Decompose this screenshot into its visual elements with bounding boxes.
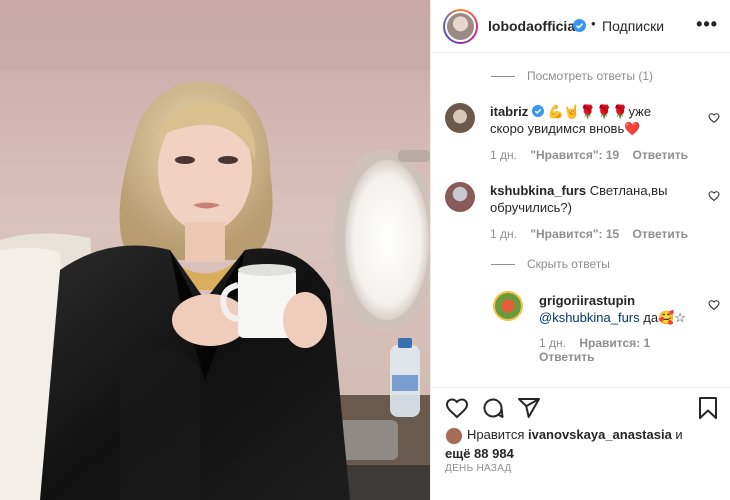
like-comment-heart-icon[interactable]	[708, 190, 720, 202]
comment-username[interactable]: kshubkina_furs	[490, 183, 586, 198]
view-replies-toggle[interactable]: Посмотреть ответы (1)	[491, 69, 653, 83]
liker-avatar[interactable]	[445, 426, 463, 445]
comment-itabriz: itabriz 💪🤘🌹🌹🌹уже скоро увидимся вновь❤️	[490, 103, 690, 137]
commenter-avatar-itabriz[interactable]	[445, 103, 475, 133]
comment-kshubkina: kshubkina_furs Светлана,вы обручились?)	[490, 182, 705, 216]
separator-dot: •	[591, 16, 596, 31]
likes-and: и	[671, 427, 683, 442]
comment-likes[interactable]: "Нравится": 19	[530, 148, 619, 162]
comment-meta: 1 дн. "Нравится": 15 Ответить	[490, 227, 698, 241]
comment-text-line1: Светлана,вы	[589, 183, 668, 198]
author-avatar[interactable]	[443, 9, 478, 44]
comment-meta: 1 дн. "Нравится": 19 Ответить	[490, 148, 698, 162]
reply-grigoriirastupin: grigoriirastupin @kshubkina_furs да🥰☆	[539, 292, 714, 326]
comment-text-line2: обручились?)	[490, 200, 572, 215]
comment-time[interactable]: 1 дн.	[490, 227, 517, 241]
author-username[interactable]: lobodaofficial	[488, 18, 579, 34]
comment-text-line1: 💪🤘🌹🌹🌹уже	[547, 104, 652, 119]
reply-button[interactable]: Ответить	[633, 148, 688, 162]
comment-icon[interactable]	[481, 396, 505, 420]
comment-text-line2: скоро увидимся вновь❤️	[490, 121, 641, 136]
commenter-avatar-grigoriirastupin[interactable]	[493, 291, 523, 321]
divider-line	[491, 264, 515, 266]
reply-button[interactable]: Ответить	[633, 227, 688, 241]
view-replies-label: Посмотреть ответы (1)	[527, 69, 654, 83]
comment-time[interactable]: 1 дн.	[490, 148, 517, 162]
likes-prefix: Нравится	[467, 427, 528, 442]
verified-badge-icon	[531, 105, 544, 117]
post-photo[interactable]	[0, 0, 430, 500]
verified-badge-icon	[573, 19, 586, 32]
comment-likes[interactable]: "Нравится": 15	[530, 227, 619, 241]
share-icon[interactable]	[517, 396, 541, 420]
likes-summary: Нравится ivanovskaya_anastasia и ещё 88 …	[445, 426, 715, 462]
divider-line	[491, 76, 515, 78]
comment-username[interactable]: itabriz	[490, 104, 528, 119]
post-side-panel: lobodaofficial • Подписки ••• Посмотреть…	[430, 0, 730, 500]
comment-likes[interactable]: Нравится: 1	[579, 336, 650, 350]
comment-time[interactable]: 1 дн.	[539, 336, 566, 350]
bookmark-icon[interactable]	[696, 396, 720, 420]
like-comment-heart-icon[interactable]	[708, 299, 720, 311]
hide-replies-label: Скрыть ответы	[527, 257, 610, 271]
post-date[interactable]: ДЕНЬ НАЗАД	[445, 463, 512, 474]
reply-button[interactable]: Ответить	[539, 350, 594, 364]
mention-link[interactable]: @kshubkina_furs	[539, 310, 640, 325]
post-image	[0, 0, 430, 500]
comment-meta: 1 дн. Нравится: 1 Ответить	[539, 336, 689, 364]
reply-text: да🥰☆	[639, 310, 686, 325]
commenter-avatar-kshubkina[interactable]	[445, 182, 475, 212]
likes-count[interactable]: ещё 88 984	[445, 446, 514, 461]
post-actions-bar	[431, 387, 730, 427]
post-header: lobodaofficial • Подписки •••	[431, 0, 730, 53]
more-options-icon[interactable]: •••	[696, 14, 718, 35]
like-comment-heart-icon[interactable]	[708, 112, 720, 124]
comment-username[interactable]: grigoriirastupin	[539, 293, 635, 308]
liker-username[interactable]: ivanovskaya_anastasia	[528, 427, 672, 442]
like-heart-icon[interactable]	[445, 396, 469, 420]
following-button[interactable]: Подписки	[602, 18, 664, 34]
hide-replies-toggle[interactable]: Скрыть ответы	[491, 257, 610, 271]
